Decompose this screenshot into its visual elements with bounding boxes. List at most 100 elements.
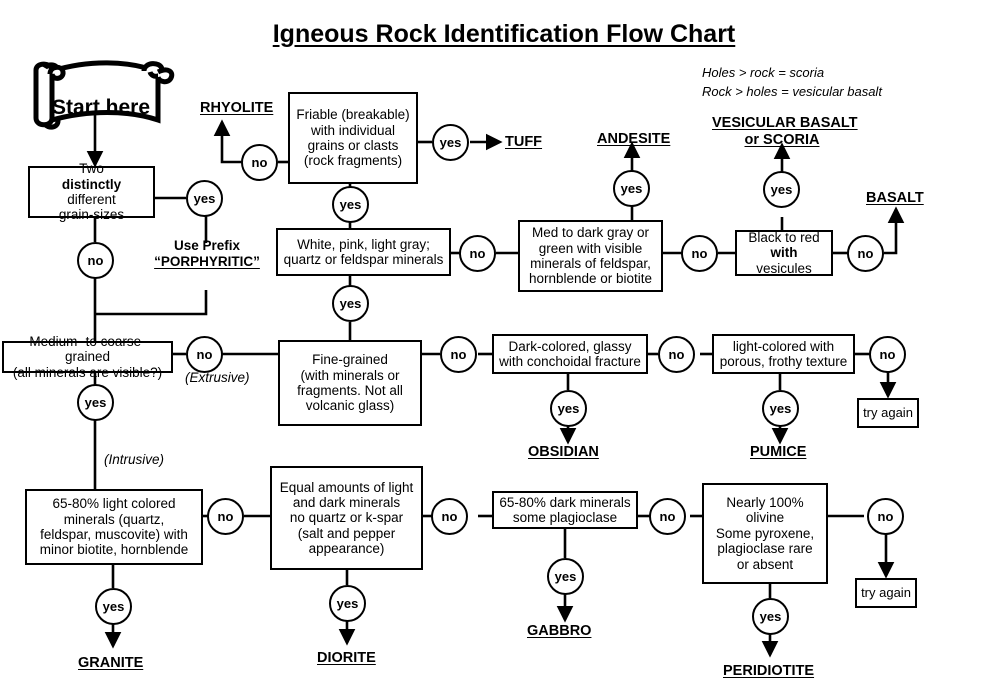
- flowchart-canvas: Igneous Rock Identification Flow Chart S…: [0, 0, 1008, 699]
- grain-sizes-line2: different: [67, 192, 116, 207]
- decision-coarse-grained[interactable]: Medium- to coarse-grained (all minerals …: [2, 334, 173, 380]
- result-tuff: TUFF: [505, 134, 543, 150]
- felsic-intrusive-line4: minor biotite, hornblende: [39, 542, 189, 558]
- decision-felsic-intrusive[interactable]: 65-80% light colored minerals (quartz, f…: [25, 489, 203, 565]
- fine-grained-line3: fragments. Not all: [297, 383, 403, 398]
- frothy-line1: light-colored with: [732, 338, 835, 354]
- answer-no-coarse-grained[interactable]: no: [186, 336, 223, 373]
- result-rhyolite: RHYOLITE: [200, 100, 274, 116]
- answer-yes-mafic-intrusive[interactable]: yes: [547, 558, 584, 595]
- decision-intermediate-color[interactable]: Med to dark gray or green with visible m…: [518, 220, 663, 292]
- felsic-color-line1: White, pink, light gray;: [297, 236, 430, 252]
- answer-no-mafic-intrusive[interactable]: no: [649, 498, 686, 535]
- decision-mafic-intrusive[interactable]: 65-80% dark minerals some plagioclase: [492, 491, 638, 529]
- result-andesite: ANDESITE: [597, 131, 671, 147]
- felsic-color-line2: quartz or feldspar minerals: [283, 252, 444, 267]
- result-vesicular-basalt-scoria: VESICULAR BASALT or SCORIA: [712, 115, 858, 150]
- ultramafic-line3: Some pyroxene,: [715, 525, 815, 541]
- porphyritic-prefix-note: Use Prefix “PORPHYRITIC”: [148, 238, 266, 270]
- answer-no-vesicles[interactable]: no: [847, 235, 884, 272]
- answer-yes-to-felsic-color[interactable]: yes: [332, 186, 369, 223]
- friable-line3: grains or clasts: [307, 138, 399, 153]
- try-again-label-plutonic: try again: [861, 584, 911, 600]
- result-peridiotite: PERIDIOTITE: [723, 663, 815, 679]
- answer-no-felsic-intrusive[interactable]: no: [207, 498, 244, 535]
- answer-yes-grain-sizes[interactable]: yes: [186, 180, 223, 217]
- answer-no-frothy[interactable]: no: [869, 336, 906, 373]
- answer-yes-intermediate-color[interactable]: yes: [613, 170, 650, 207]
- grain-sizes-line3: grain-sizes: [58, 207, 125, 223]
- try-again-box-volcanic[interactable]: try again: [857, 398, 919, 428]
- answer-yes-felsic-intrusive[interactable]: yes: [95, 588, 132, 625]
- answer-no-felsic-color[interactable]: no: [459, 235, 496, 272]
- answer-yes-coarse-grained[interactable]: yes: [77, 384, 114, 421]
- result-vesicular-basalt-line1: VESICULAR BASALT: [712, 115, 858, 131]
- intermediate-intrusive-line5: appearance): [308, 541, 385, 557]
- ultramafic-line4: plagioclase rare: [717, 541, 813, 557]
- page-title-text: Igneous Rock Identification Flow Chart: [272, 20, 736, 48]
- result-basalt: BASALT: [866, 190, 924, 206]
- decision-ultramafic[interactable]: Nearly 100% olivine Some pyroxene, plagi…: [702, 483, 828, 584]
- glassy-line2: with conchoidal fracture: [499, 354, 641, 369]
- ultramafic-line5: or absent: [736, 556, 794, 572]
- result-diorite: DIORITE: [317, 650, 376, 666]
- decision-intermediate-intrusive[interactable]: Equal amounts of light and dark minerals…: [270, 466, 423, 570]
- intermediate-line1: Med to dark gray or: [531, 225, 650, 241]
- coarse-grained-line1: Medium- to coarse-grained: [29, 333, 146, 365]
- answer-no-intermediate-color[interactable]: no: [681, 235, 718, 272]
- answer-no-ultramafic[interactable]: no: [867, 498, 904, 535]
- decision-frothy[interactable]: light-colored with porous, frothy textur…: [712, 334, 855, 374]
- intermediate-line4: hornblende or biotite: [528, 271, 653, 287]
- result-gabbro: GABBRO: [527, 623, 592, 639]
- frothy-line2: porous, frothy texture: [719, 354, 848, 369]
- decision-grain-sizes[interactable]: Two distinctly different grain-sizes: [28, 161, 155, 222]
- result-pumice: PUMICE: [750, 444, 807, 460]
- try-again-box-plutonic[interactable]: try again: [855, 578, 917, 608]
- result-granite: GRANITE: [78, 655, 144, 671]
- ultramafic-line1: Nearly 100%: [726, 495, 804, 511]
- decision-felsic-color[interactable]: White, pink, light gray; quartz or felds…: [276, 228, 451, 276]
- intermediate-line2: green with visible: [538, 240, 643, 256]
- fine-grained-line1: Fine-grained: [312, 352, 388, 368]
- intermediate-intrusive-line1: Equal amounts of light: [279, 479, 414, 495]
- glassy-line1: Dark-colored, glassy: [508, 338, 632, 354]
- decision-fine-grained[interactable]: Fine-grained (with minerals or fragments…: [278, 340, 422, 426]
- porphyritic-line1: Use Prefix: [173, 238, 241, 253]
- answer-yes-felsic-color[interactable]: yes: [332, 285, 369, 322]
- answer-yes-ultramafic[interactable]: yes: [752, 598, 789, 635]
- intermediate-line3: minerals of feldspar,: [530, 256, 651, 271]
- felsic-intrusive-line1: 65-80% light colored: [52, 496, 176, 512]
- coarse-grained-line2: (all minerals are visible?): [12, 364, 163, 380]
- note-intrusive: (Intrusive): [104, 452, 165, 467]
- answer-yes-friable[interactable]: yes: [432, 124, 469, 161]
- answer-yes-glassy[interactable]: yes: [550, 390, 587, 427]
- answer-no-intermediate-intrusive[interactable]: no: [431, 498, 468, 535]
- vesicles-line1: Black to red: [748, 229, 820, 245]
- answer-no-fine-grained[interactable]: no: [440, 336, 477, 373]
- answer-yes-vesicles[interactable]: yes: [763, 171, 800, 208]
- grain-sizes-line1: Two distinctly: [61, 161, 122, 192]
- scoria-legend: Holes > rock = scoria Rock > holes = ves…: [702, 64, 882, 102]
- result-vesicular-basalt-line2: or SCORIA: [744, 132, 820, 149]
- friable-line4: (rock fragments): [303, 153, 403, 169]
- answer-no-glassy[interactable]: no: [658, 336, 695, 373]
- intermediate-intrusive-line2: and dark minerals: [292, 494, 401, 510]
- felsic-intrusive-line3: feldspar, muscovite) with: [40, 527, 188, 542]
- scoria-legend-line1: Holes > rock = scoria: [702, 65, 825, 80]
- decision-glassy[interactable]: Dark-colored, glassy with conchoidal fra…: [492, 334, 648, 374]
- start-here-label: Start here: [52, 96, 151, 119]
- scoria-legend-line2: Rock > holes = vesicular basalt: [702, 83, 882, 99]
- mafic-intrusive-line2: some plagioclase: [512, 510, 618, 525]
- intermediate-intrusive-line4: (salt and pepper: [297, 525, 396, 541]
- intermediate-intrusive-line3: no quartz or k-spar: [289, 510, 404, 526]
- answer-no-friable[interactable]: no: [241, 144, 278, 181]
- answer-yes-frothy[interactable]: yes: [762, 390, 799, 427]
- decision-friable[interactable]: Friable (breakable) with individual grai…: [288, 92, 418, 184]
- felsic-intrusive-line2: minerals (quartz,: [63, 511, 165, 527]
- answer-no-grain-sizes[interactable]: no: [77, 242, 114, 279]
- result-obsidian: OBSIDIAN: [528, 444, 599, 460]
- decision-vesicles[interactable]: Black to red with vesicules: [735, 230, 833, 276]
- answer-yes-intermediate-intrusive[interactable]: yes: [329, 585, 366, 622]
- fine-grained-line2: (with minerals or: [300, 367, 400, 383]
- porphyritic-line2: “PORPHYRITIC”: [154, 254, 260, 270]
